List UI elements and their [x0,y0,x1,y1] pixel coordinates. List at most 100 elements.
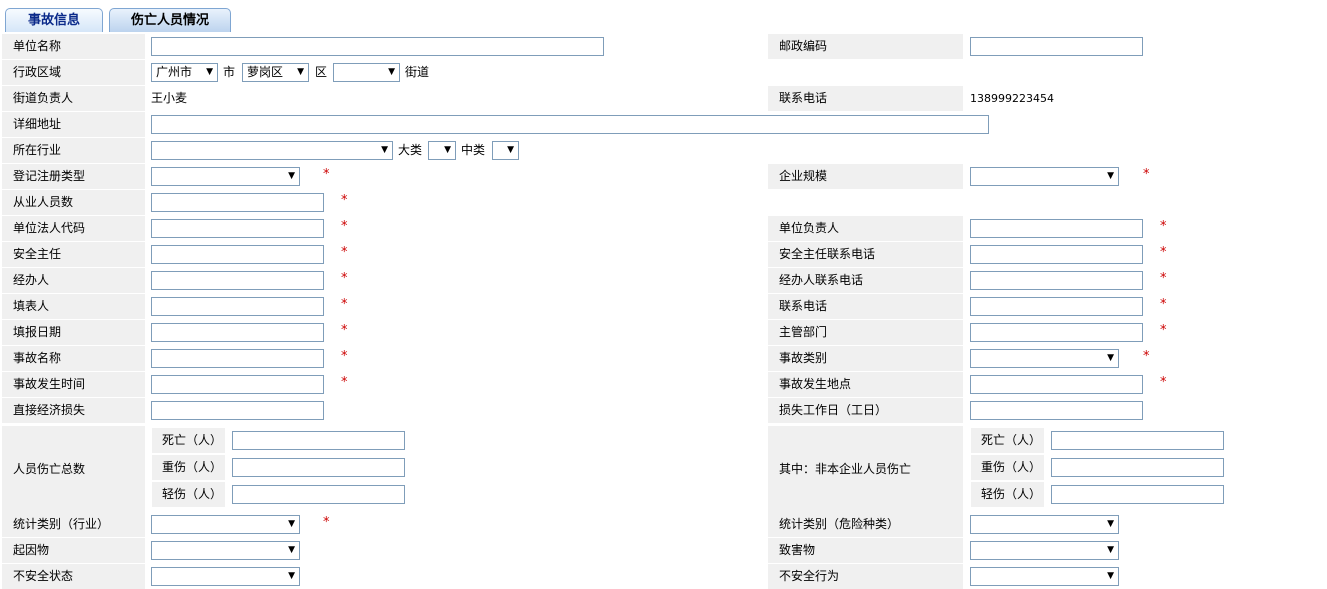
form-row-casualties: 人员伤亡总数 死亡（人） 重伤（人） 轻伤（人） 其中：非本企业人员伤亡 死亡（… [0,426,1327,512]
required-mark: * [1143,167,1150,182]
required-mark: * [1160,297,1167,312]
fill-date-label: 填报日期 [2,320,145,345]
address-label: 详细地址 [2,112,145,137]
non-enterprise-minor-input[interactable] [1051,485,1224,504]
required-mark: * [341,349,348,364]
unit-head-label: 单位负责人 [768,216,963,241]
unsafe-act-label: 不安全行为 [768,564,963,589]
industry-middle-select[interactable]: ▼ [492,141,519,160]
required-mark: * [341,245,348,260]
city-suffix: 市 [223,65,236,79]
form-row-industry: 所在行业 ▼ 大类 ▼ 中类 ▼ [0,138,1327,163]
death-label: 死亡（人） [152,428,225,453]
harm-select[interactable]: ▼ [970,541,1119,560]
authority-input[interactable] [970,323,1143,342]
chevron-down-icon: ▼ [1107,171,1114,181]
accident-name-input[interactable] [151,349,324,368]
address-input[interactable] [151,115,989,134]
district-suffix: 区 [315,65,328,79]
accident-name-label: 事故名称 [2,346,145,371]
required-mark: * [1160,375,1167,390]
tab-accident-info[interactable]: 事故信息 [5,8,103,32]
accident-place-label: 事故发生地点 [768,372,963,397]
harm-label: 致害物 [768,538,963,563]
unit-name-input[interactable] [151,37,604,56]
enterprise-scale-select[interactable]: ▼ [970,167,1119,186]
street-select[interactable]: ▼ [333,63,400,82]
legal-code-label: 单位法人代码 [2,216,145,241]
unit-head-input[interactable] [970,219,1143,238]
minor-input[interactable] [232,485,405,504]
safety-director-label: 安全主任 [2,242,145,267]
non-enterprise-serious-input[interactable] [1051,458,1224,477]
accident-category-select[interactable]: ▼ [970,349,1119,368]
death-input[interactable] [232,431,405,450]
accident-category-label: 事故类别 [768,346,963,371]
form-row-fill-date: 填报日期 * 主管部门 * [0,320,1327,345]
required-mark: * [341,219,348,234]
non-enterprise-death-label: 死亡（人） [971,428,1044,453]
handler-phone-label: 经办人联系电话 [768,268,963,293]
accident-time-label: 事故发生时间 [2,372,145,397]
accident-time-input[interactable] [151,375,324,394]
district-select[interactable]: 萝岗区 ▼ [242,63,309,82]
serious-label: 重伤（人） [152,455,225,480]
postcode-input[interactable] [970,37,1143,56]
cause-select[interactable]: ▼ [151,541,300,560]
non-enterprise-death-input[interactable] [1051,431,1224,450]
city-select[interactable]: 广州市 ▼ [151,63,218,82]
chevron-down-icon: ▼ [206,67,213,77]
minor-label: 轻伤（人） [152,482,225,507]
unit-name-label: 单位名称 [2,34,145,59]
required-mark: * [341,193,348,208]
industry-label: 所在行业 [2,138,145,163]
tab-casualty-status[interactable]: 伤亡人员情况 [109,8,231,32]
industry-middle-label: 中类 [461,143,486,157]
stat-industry-label: 统计类别（行业） [2,512,145,537]
industry-major-label: 大类 [398,143,423,157]
unsafe-state-label: 不安全状态 [2,564,145,589]
chevron-down-icon: ▼ [507,145,514,155]
unsafe-state-select[interactable]: ▼ [151,567,300,586]
chevron-down-icon: ▼ [388,67,395,77]
form-row-filler: 填表人 * 联系电话 * [0,294,1327,319]
chevron-down-icon: ▼ [288,171,295,181]
form-row-region: 行政区域 广州市 ▼ 市 萝岗区 ▼ 区 ▼ 街道 [0,60,1327,85]
stat-industry-select[interactable]: ▼ [151,515,300,534]
safety-director-phone-input[interactable] [970,245,1143,264]
safety-director-input[interactable] [151,245,324,264]
accident-place-input[interactable] [970,375,1143,394]
required-mark: * [341,323,348,338]
employees-label: 从业人员数 [2,190,145,215]
form-row-stat-category: 统计类别（行业） ▼ * 统计类别（危险种类） ▼ [0,512,1327,537]
required-mark: * [1143,349,1150,364]
filler-input[interactable] [151,297,324,316]
industry-select[interactable]: ▼ [151,141,393,160]
direct-loss-input[interactable] [151,401,324,420]
non-enterprise-label: 其中：非本企业人员伤亡 [768,426,963,512]
fill-date-input[interactable] [151,323,324,342]
lost-workdays-input[interactable] [970,401,1143,420]
handler-label: 经办人 [2,268,145,293]
legal-code-input[interactable] [151,219,324,238]
filler-label: 填表人 [2,294,145,319]
handler-input[interactable] [151,271,324,290]
authority-label: 主管部门 [768,320,963,345]
industry-major-select[interactable]: ▼ [428,141,456,160]
required-mark: * [1160,271,1167,286]
stat-hazard-label: 统计类别（危险种类） [768,512,963,537]
unsafe-act-select[interactable]: ▼ [970,567,1119,586]
direct-loss-label: 直接经济损失 [2,398,145,423]
street-head-label: 街道负责人 [2,86,145,111]
required-mark: * [341,271,348,286]
form-row-safety-director: 安全主任 * 安全主任联系电话 * [0,242,1327,267]
form-row-handler: 经办人 * 经办人联系电话 * [0,268,1327,293]
employees-input[interactable] [151,193,324,212]
stat-hazard-select[interactable]: ▼ [970,515,1119,534]
chevron-down-icon: ▼ [1107,545,1114,555]
handler-phone-input[interactable] [970,271,1143,290]
serious-input[interactable] [232,458,405,477]
reg-type-select[interactable]: ▼ [151,167,300,186]
filler-phone-input[interactable] [970,297,1143,316]
contact-phone-label: 联系电话 [768,86,963,111]
